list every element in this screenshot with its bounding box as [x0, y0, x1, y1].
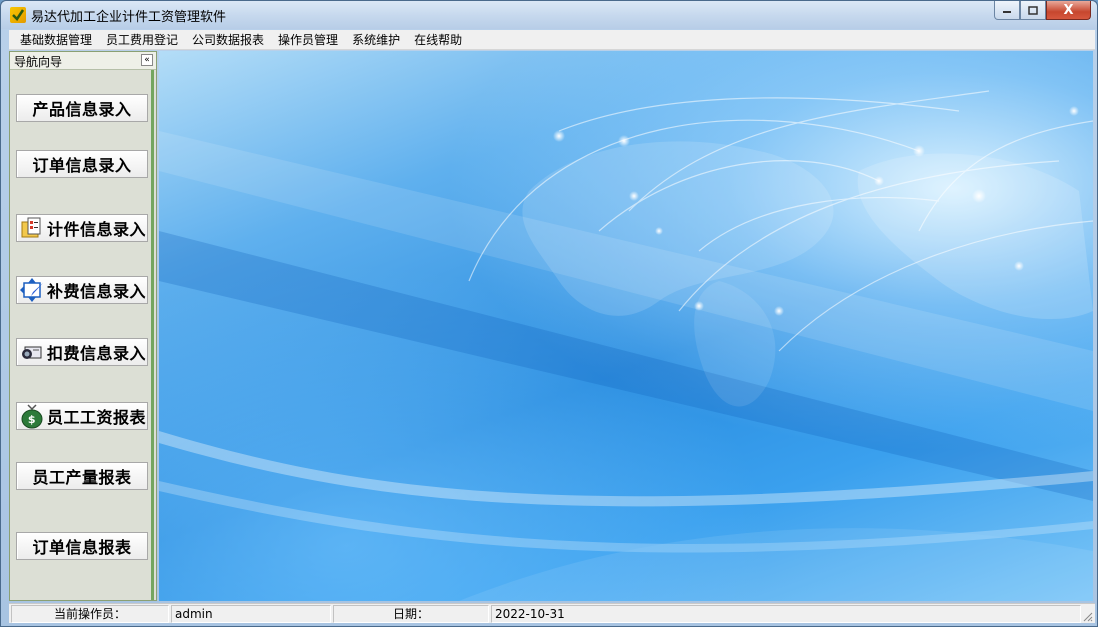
- order-info-report-button[interactable]: 订单信息报表: [16, 532, 148, 560]
- nav-button-label: 员工产量报表: [32, 468, 132, 487]
- resize-arrows-icon: [19, 277, 45, 303]
- nav-button-label: 订单信息报表: [32, 538, 132, 557]
- employee-wage-report-button[interactable]: $ 员工工资报表: [16, 402, 148, 430]
- supplement-fee-entry-button[interactable]: 补费信息录入: [16, 276, 148, 304]
- nav-header: 导航向导 «: [10, 52, 156, 70]
- menu-employee-expense[interactable]: 员工费用登记: [99, 31, 185, 49]
- deduction-fee-entry-button[interactable]: 扣费信息录入: [16, 338, 148, 366]
- menu-online-help[interactable]: 在线帮助: [407, 31, 469, 49]
- close-button[interactable]: X: [1046, 1, 1091, 20]
- employee-output-report-button[interactable]: 员工产量报表: [16, 462, 148, 490]
- world-map-background-image: [159, 90, 1093, 601]
- app-window: 易达代加工企业计件工资管理软件 X 基础数据管理 员工费用登记 公司数据报表 操…: [0, 0, 1098, 627]
- app-logo-icon: [10, 7, 26, 23]
- window-controls: X: [994, 1, 1091, 21]
- card-icon: [19, 339, 45, 365]
- minimize-icon[interactable]: [994, 1, 1020, 20]
- nav-button-label: 订单信息录入: [32, 156, 132, 175]
- menu-bar: 基础数据管理 员工费用登记 公司数据报表 操作员管理 系统维护 在线帮助: [9, 30, 1095, 50]
- window-title: 易达代加工企业计件工资管理软件: [31, 10, 227, 25]
- menu-company-reports[interactable]: 公司数据报表: [185, 31, 271, 49]
- collapse-nav-button[interactable]: «: [141, 54, 153, 66]
- date-label: 日期：: [333, 605, 489, 623]
- title-bar[interactable]: 易达代加工企业计件工资管理软件 X: [1, 1, 1097, 29]
- nav-button-list: 产品信息录入 订单信息录入 计件信息录入 补费信息录入 扣费信息录入 $ 员工工…: [10, 70, 154, 600]
- menu-operator-management[interactable]: 操作员管理: [271, 31, 345, 49]
- date-value: 2022-10-31: [491, 605, 1081, 623]
- menu-system-maintenance[interactable]: 系统维护: [345, 31, 407, 49]
- svg-text:$: $: [28, 413, 36, 426]
- order-info-entry-button[interactable]: 订单信息录入: [16, 150, 148, 178]
- nav-button-label: 扣费信息录入: [47, 344, 147, 363]
- operator-value: admin: [171, 605, 331, 623]
- main-background-area: [159, 51, 1093, 601]
- nav-title: 导航向导: [14, 55, 63, 69]
- piecework-info-entry-button[interactable]: 计件信息录入: [16, 214, 148, 242]
- resize-grip-icon[interactable]: [1083, 611, 1093, 622]
- status-bar: 当前操作员： admin 日期： 2022-10-31: [9, 603, 1095, 623]
- nav-button-label: 产品信息录入: [32, 100, 132, 119]
- nav-button-label: 员工工资报表: [47, 408, 147, 427]
- menu-basic-data[interactable]: 基础数据管理: [13, 31, 99, 49]
- money-bag-icon: $: [19, 403, 45, 429]
- navigation-panel: 导航向导 « 产品信息录入 订单信息录入 计件信息录入 补费信息录入 扣费信息录…: [9, 51, 157, 601]
- folder-form-icon: [19, 215, 45, 241]
- product-info-entry-button[interactable]: 产品信息录入: [16, 94, 148, 122]
- nav-button-label: 补费信息录入: [47, 282, 147, 301]
- nav-button-label: 计件信息录入: [47, 220, 147, 239]
- maximize-icon[interactable]: [1020, 1, 1046, 20]
- operator-label: 当前操作员：: [11, 605, 169, 623]
